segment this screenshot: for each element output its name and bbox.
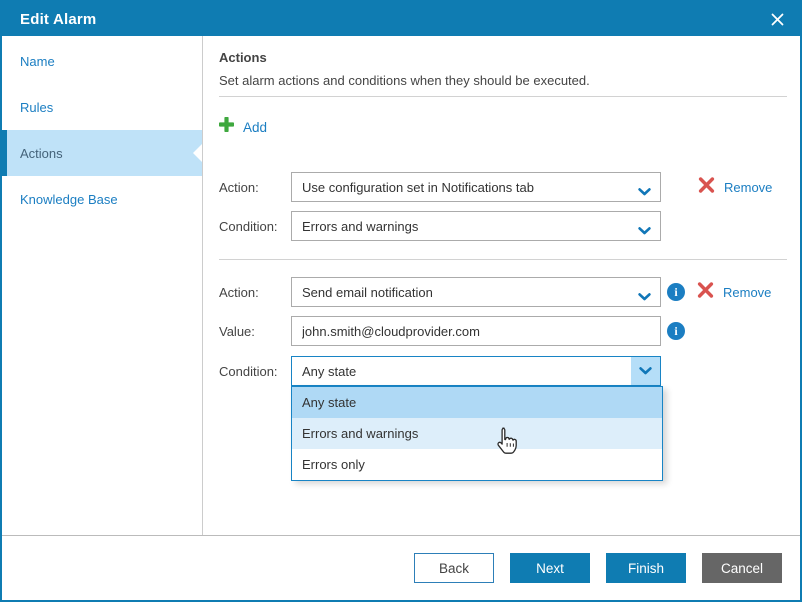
action-dropdown-1[interactable]: Use configuration set in Notifications t… <box>291 172 661 202</box>
condition-option-list: Any state Errors and warnings Errors onl… <box>291 386 663 481</box>
actions-panel: Actions Set alarm actions and conditions… <box>203 36 800 535</box>
value-input[interactable] <box>291 316 661 346</box>
action-label: Action: <box>219 180 291 195</box>
value-label: Value: <box>219 324 291 339</box>
info-icon[interactable]: i <box>667 322 685 340</box>
dropdown-value: Errors and warnings <box>302 219 418 234</box>
info-icon[interactable]: i <box>667 283 685 301</box>
option-label: Errors and warnings <box>302 426 418 441</box>
action-label: Action: <box>219 285 291 300</box>
next-button[interactable]: Next <box>510 553 590 583</box>
sidebar-item-label: Rules <box>20 100 53 115</box>
option-errors-and-warnings[interactable]: Errors and warnings <box>292 418 662 449</box>
option-label: Errors only <box>302 457 365 472</box>
remove-action-2-button[interactable]: Remove <box>697 282 771 303</box>
action-row-1: Action: Use configuration set in Notific… <box>219 172 787 202</box>
remove-label: Remove <box>724 180 772 195</box>
condition-row-1: Condition: Errors and warnings <box>219 211 787 241</box>
condition-label: Condition: <box>219 219 291 234</box>
condition-row-2: Condition: Any state Any state Errors an… <box>219 356 787 386</box>
sidebar-item-label: Knowledge Base <box>20 192 118 207</box>
dropdown-value: Any state <box>302 364 356 379</box>
sidebar-item-label: Actions <box>20 146 63 161</box>
value-row: Value: i <box>219 316 787 346</box>
edit-alarm-dialog: Edit Alarm Name Rules Actions Knowledge … <box>0 0 802 602</box>
sidebar-item-rules[interactable]: Rules <box>2 84 202 130</box>
condition-label: Condition: <box>219 364 291 379</box>
condition-dropdown-2-open[interactable]: Any state Any state Errors and warnings <box>291 356 661 386</box>
sidebar: Name Rules Actions Knowledge Base <box>2 36 203 535</box>
sidebar-item-actions[interactable]: Actions <box>2 130 202 176</box>
dialog-body: Name Rules Actions Knowledge Base Action… <box>2 36 800 535</box>
sidebar-item-name[interactable]: Name <box>2 38 202 84</box>
title-bar: Edit Alarm <box>2 2 800 36</box>
remove-x-icon <box>698 177 715 198</box>
chevron-down-icon <box>638 223 651 238</box>
dropdown-value: Use configuration set in Notifications t… <box>302 180 534 195</box>
back-button[interactable]: Back <box>414 553 494 583</box>
chevron-down-icon <box>638 184 651 199</box>
add-action-button[interactable]: Add <box>219 117 267 137</box>
option-any-state[interactable]: Any state <box>292 387 662 418</box>
sidebar-item-label: Name <box>20 54 55 69</box>
separator <box>219 96 787 97</box>
remove-x-icon <box>697 282 714 303</box>
panel-heading: Actions <box>219 50 787 65</box>
sidebar-item-knowledge-base[interactable]: Knowledge Base <box>2 176 202 222</box>
chevron-down-icon <box>638 289 651 304</box>
remove-label: Remove <box>723 285 771 300</box>
footer: Back Next Finish Cancel <box>2 535 800 600</box>
close-icon[interactable] <box>769 11 785 27</box>
dropdown-value: Send email notification <box>302 285 433 300</box>
add-label: Add <box>243 120 267 135</box>
finish-button[interactable]: Finish <box>606 553 686 583</box>
action-dropdown-2[interactable]: Send email notification <box>291 277 661 307</box>
separator <box>219 259 787 260</box>
dialog-title: Edit Alarm <box>20 11 96 28</box>
chevron-zone[interactable] <box>631 357 660 385</box>
action-row-2: Action: Send email notification i Remove <box>219 277 787 307</box>
panel-description: Set alarm actions and conditions when th… <box>219 73 787 88</box>
option-label: Any state <box>302 395 356 410</box>
option-errors-only[interactable]: Errors only <box>292 449 662 480</box>
plus-icon <box>219 117 234 137</box>
cancel-button[interactable]: Cancel <box>702 553 782 583</box>
condition-dropdown-1[interactable]: Errors and warnings <box>291 211 661 241</box>
remove-action-1-button[interactable]: Remove <box>698 177 772 198</box>
